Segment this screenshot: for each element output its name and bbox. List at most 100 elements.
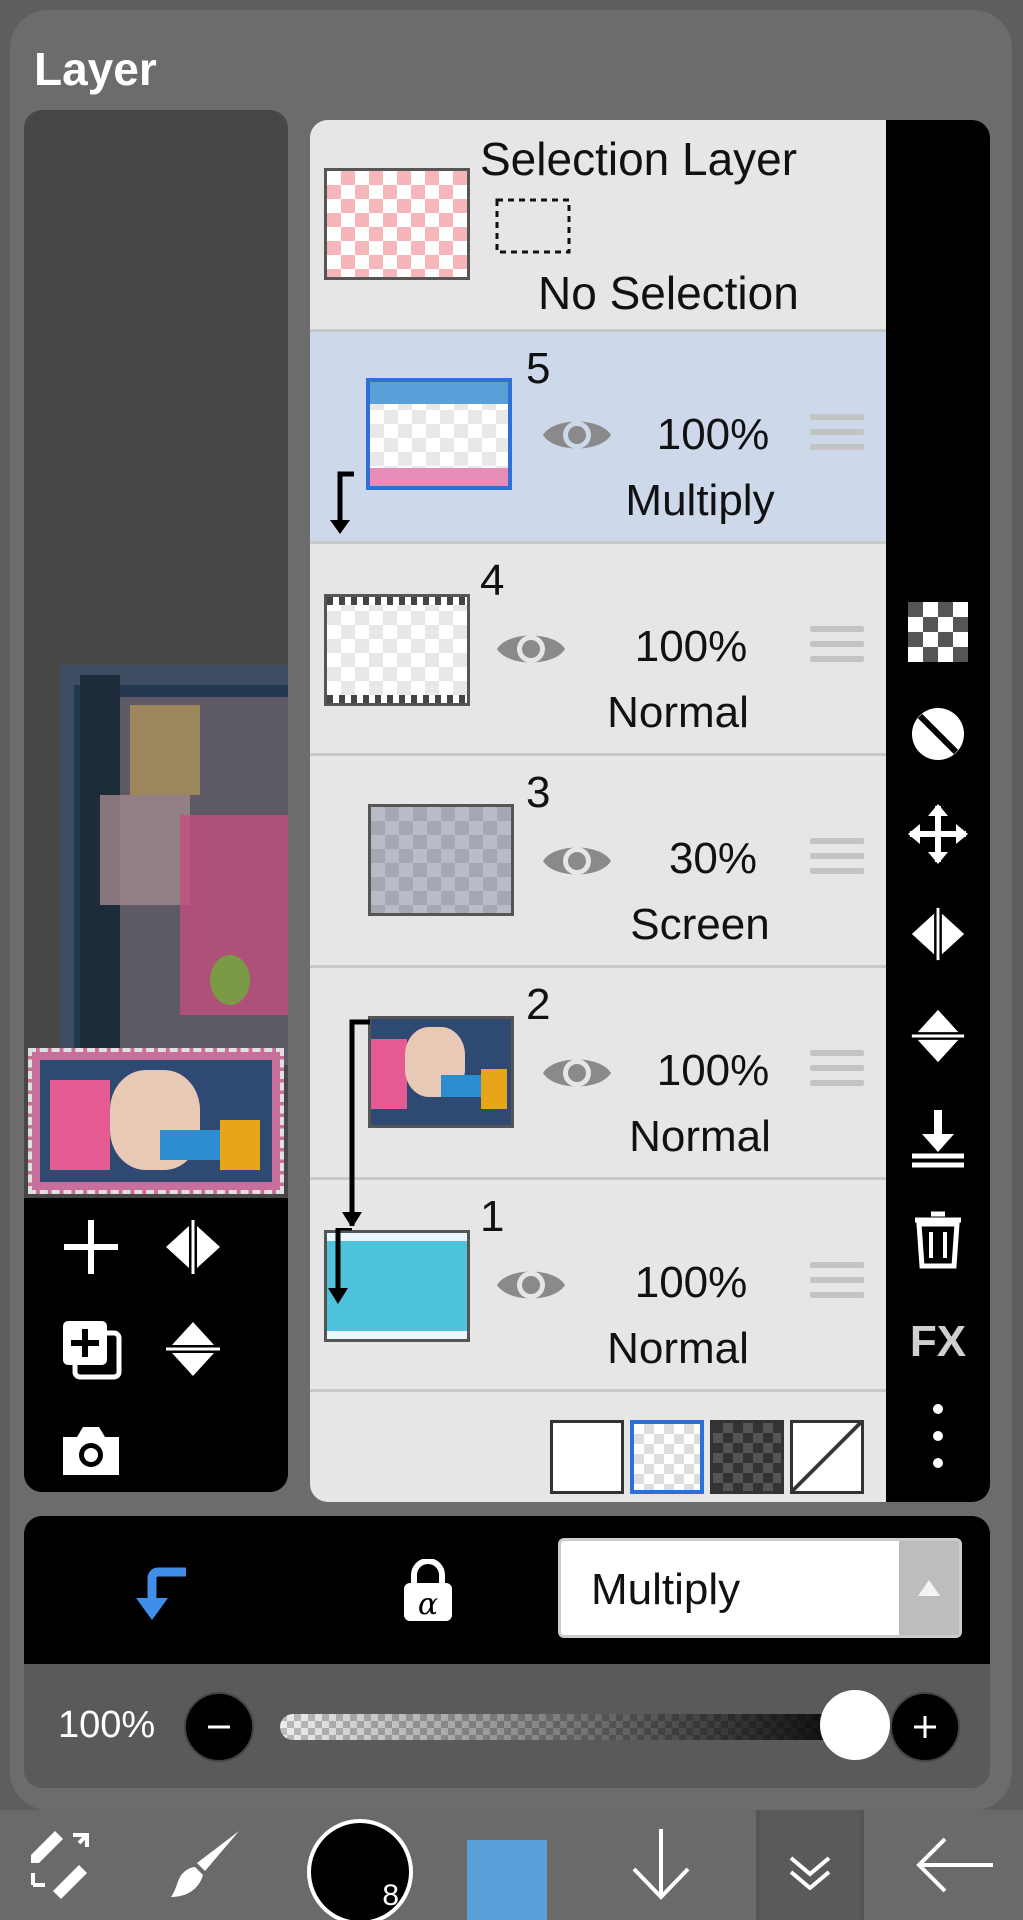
alpha-lock-button[interactable]: α — [388, 1548, 468, 1634]
opacity-slider-thumb[interactable] — [820, 1690, 890, 1760]
visibility-eye-icon[interactable] — [540, 410, 614, 460]
plus-icon — [64, 1220, 118, 1274]
visibility-eye-icon[interactable] — [540, 1048, 614, 1098]
merge-down-button[interactable] — [898, 1098, 978, 1178]
flip-vertical-icon — [166, 1322, 220, 1376]
collapse-menu-button[interactable] — [760, 1810, 860, 1920]
layer-blend-mode: Normal — [607, 1324, 749, 1373]
canvas-navigator-thumbnail[interactable] — [28, 1048, 284, 1194]
flip-horizontal-icon — [911, 907, 965, 961]
layer-row-4[interactable]: 4 100% Normal — [310, 544, 886, 756]
visibility-eye-icon[interactable] — [494, 624, 568, 674]
layer-opacity: 100% — [656, 410, 770, 459]
opacity-increase-button[interactable] — [890, 1692, 960, 1762]
fx-button[interactable]: FX — [898, 1302, 978, 1382]
drag-handle-icon[interactable] — [810, 626, 864, 672]
layer-number: 5 — [526, 344, 551, 393]
bg-none-swatch[interactable] — [790, 1420, 864, 1494]
layer-row-3[interactable]: 3 30% Screen — [310, 756, 886, 968]
layer-thumbnail — [324, 594, 470, 706]
trash-icon — [915, 1211, 961, 1269]
flip-layer-vertical-button[interactable] — [898, 996, 978, 1076]
clipping-arrows-icon — [342, 1019, 370, 1226]
more-options-button[interactable] — [898, 1396, 978, 1476]
layer-thumbnail — [368, 1016, 514, 1128]
duplicate-icon — [63, 1321, 122, 1380]
bg-white-swatch[interactable] — [550, 1420, 624, 1494]
selection-marquee-icon — [495, 198, 571, 254]
layer-opacity: 100% — [656, 1046, 770, 1095]
layer-blend-mode: Screen — [630, 900, 770, 949]
clipping-icon — [136, 1567, 186, 1620]
merge-down-icon — [912, 1110, 964, 1168]
half-circle-icon — [912, 708, 964, 760]
clipping-toggle-button[interactable] — [124, 1552, 204, 1632]
clipping-arrow-icon — [328, 1228, 352, 1304]
opacity-decrease-button[interactable] — [184, 1692, 254, 1762]
drag-handle-icon[interactable] — [810, 414, 864, 460]
layer-number: 3 — [526, 768, 551, 817]
svg-text:α: α — [418, 1587, 438, 1622]
plus-icon — [914, 1716, 936, 1738]
layer-row-5[interactable]: 5 100% Multiply — [310, 332, 886, 544]
layer-opacity: 100% — [634, 622, 748, 671]
layer-actions-panel — [24, 1198, 288, 1492]
brush-size-label: 8 — [382, 1879, 399, 1912]
blend-mode-select[interactable]: Multiply — [558, 1538, 962, 1638]
selection-layer-thumbnail — [324, 168, 470, 280]
camera-icon — [63, 1427, 119, 1475]
opacity-slider-track[interactable] — [280, 1714, 870, 1740]
more-vertical-icon — [933, 1404, 943, 1468]
layer-row-1[interactable]: 1 100% Normal — [310, 1180, 886, 1392]
bg-dark-checker-swatch[interactable] — [710, 1420, 784, 1494]
add-layer-button[interactable] — [46, 1202, 136, 1292]
transparency-checker-button[interactable] — [898, 592, 978, 672]
clipping-arrow-icon — [330, 471, 354, 534]
opacity-value: 100% — [58, 1704, 156, 1746]
chevron-double-down-icon — [789, 1856, 831, 1890]
visibility-eye-icon[interactable] — [494, 1260, 568, 1310]
camera-import-button[interactable] — [46, 1406, 136, 1492]
lock-alpha-toggle-button[interactable] — [898, 694, 978, 774]
delete-layer-button[interactable] — [898, 1200, 978, 1280]
color-picker-button[interactable] — [462, 1810, 552, 1920]
pen-eraser-switch-button[interactable] — [20, 1810, 110, 1920]
opacity-slider-bar: 100% — [24, 1664, 990, 1788]
layer-thumbnail — [366, 378, 512, 490]
flip-vertical-button[interactable] — [148, 1304, 238, 1394]
dropdown-arrow-icon — [899, 1541, 959, 1635]
layer-number: 4 — [480, 556, 505, 605]
duplicate-layer-button[interactable] — [46, 1304, 136, 1394]
brush-tool-button[interactable] — [160, 1810, 250, 1920]
layer-blend-mode: Multiply — [625, 476, 775, 525]
drag-handle-icon[interactable] — [810, 1050, 864, 1096]
flip-horizontal-button[interactable] — [148, 1202, 238, 1292]
layer-opacity: 30% — [668, 834, 758, 883]
drag-handle-icon[interactable] — [810, 1262, 864, 1308]
brush-size-button[interactable]: 8 — [300, 1810, 420, 1920]
layer-row-2[interactable]: 2 100% Normal — [310, 968, 886, 1180]
move-layer-button[interactable] — [898, 794, 978, 874]
flip-horizontal-icon — [166, 1220, 220, 1274]
pen-eraser-swap-icon — [31, 1831, 89, 1899]
dialog-title: Layer — [34, 43, 157, 95]
layer-down-button[interactable] — [616, 1810, 706, 1920]
current-color-swatch — [467, 1840, 547, 1920]
drag-handle-icon[interactable] — [810, 838, 864, 884]
arrow-down-icon — [632, 1829, 690, 1900]
layer-list: Selection Layer No Selection 5 100% Mult… — [310, 120, 886, 1502]
selection-layer-row[interactable]: Selection Layer No Selection — [310, 120, 886, 332]
brush-size-indicator: 8 — [307, 1819, 413, 1920]
layer-opacity: 100% — [634, 1258, 748, 1307]
flip-layer-horizontal-button[interactable] — [898, 894, 978, 974]
layer-tools-bar: FX — [886, 120, 990, 1502]
back-button[interactable] — [900, 1810, 1010, 1920]
canvas-zoom-preview — [60, 665, 288, 1065]
layer-thumbnail — [368, 804, 514, 916]
visibility-eye-icon[interactable] — [540, 836, 614, 886]
bg-transparent-swatch[interactable] — [630, 1420, 704, 1494]
layer-number: 2 — [526, 980, 551, 1029]
layer-options-bar: α Multiply — [24, 1516, 990, 1664]
checker-icon — [908, 602, 968, 662]
selection-layer-title: Selection Layer — [480, 133, 798, 185]
